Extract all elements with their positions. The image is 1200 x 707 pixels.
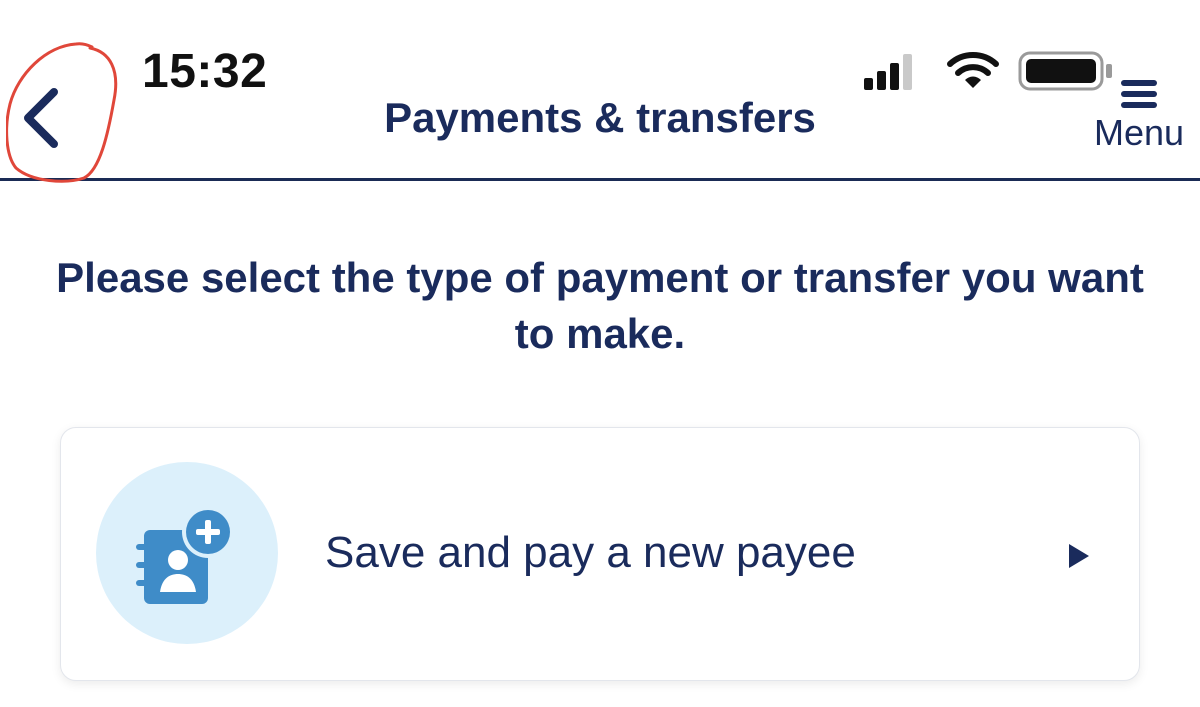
option-label: Save and pay a new payee (325, 528, 856, 577)
page-title: Payments & transfers (384, 94, 816, 141)
add-contact-icon (136, 506, 234, 604)
menu-button[interactable]: Menu (1084, 76, 1194, 166)
instructions-heading: Please select the type of payment or tra… (56, 254, 1144, 357)
hamburger-icon (1121, 80, 1157, 108)
nav-bar: Payments & transfers Menu (0, 0, 1200, 184)
triangle-right-icon (1069, 544, 1089, 568)
chevron-left-icon (24, 88, 58, 148)
icon-circle (96, 462, 278, 644)
menu-label: Menu (1093, 112, 1185, 153)
option-save-and-pay-new-payee[interactable]: Save and pay a new payee (60, 427, 1140, 681)
back-button[interactable] (6, 38, 122, 184)
